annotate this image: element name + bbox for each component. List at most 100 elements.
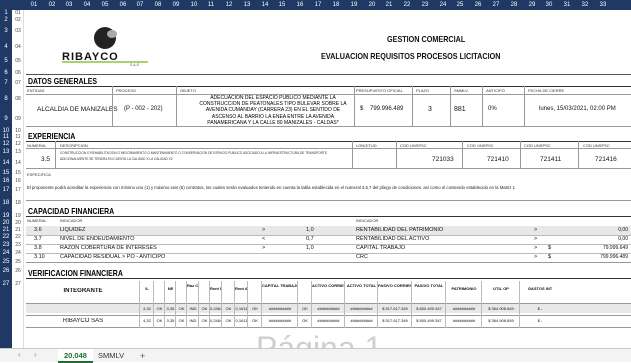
objeto-value[interactable]: ADECUACION DEL ESPACIO PUBLICO MEDIANTE … bbox=[196, 95, 350, 125]
column-header[interactable]: 32 bbox=[577, 0, 593, 10]
cap-right-indicador-name[interactable]: CRC bbox=[356, 254, 368, 260]
column-header[interactable]: 29 bbox=[524, 0, 540, 10]
cod-unspsc-3[interactable]: 721411 bbox=[540, 156, 561, 163]
row-header[interactable]: 24 bbox=[0, 250, 12, 256]
column-header[interactable]: 17 bbox=[310, 0, 326, 10]
tab-smmlv[interactable]: SMMLV bbox=[92, 349, 130, 363]
fecha-cierre-value[interactable]: lunes, 15/03/2021, 02:00 PM bbox=[539, 106, 616, 112]
row-header[interactable]: 14 bbox=[0, 160, 12, 166]
column-header[interactable]: 16 bbox=[292, 0, 308, 10]
verif-row2-cell[interactable]: $ - bbox=[520, 318, 560, 323]
row-header[interactable]: 3 bbox=[0, 28, 12, 34]
cap-numeral[interactable]: 3.8 bbox=[34, 245, 42, 251]
verif-row1-cell[interactable]: ########## bbox=[345, 306, 378, 311]
column-header[interactable]: 25 bbox=[452, 0, 468, 10]
column-header[interactable]: 18 bbox=[328, 0, 344, 10]
row-header[interactable]: 2 bbox=[0, 17, 12, 23]
cap-operator[interactable]: > bbox=[262, 245, 265, 251]
row-header[interactable]: 1 bbox=[0, 10, 12, 16]
row-header[interactable]: 22 bbox=[0, 234, 12, 240]
cap-indicador-name[interactable]: LIQUIDEZ bbox=[60, 227, 85, 233]
experiencia-descripcion-value[interactable]: CONSTRUCCION O REHABILITACION O MEJORAMI… bbox=[60, 150, 350, 168]
verif-row1-cell[interactable]: 4,32 bbox=[140, 306, 154, 311]
experiencia-numeral-value[interactable]: 3.5 bbox=[41, 156, 50, 163]
cap-right-currency[interactable]: $ bbox=[548, 254, 551, 260]
row-header[interactable]: 23 bbox=[0, 242, 12, 248]
cap-right-operator[interactable]: > bbox=[534, 227, 537, 233]
cap-value[interactable]: 1,0 bbox=[306, 245, 314, 251]
cap-right-currency[interactable]: $ bbox=[548, 245, 551, 251]
column-header[interactable]: 15 bbox=[274, 0, 290, 10]
scroll-left-icon[interactable]: ‹ bbox=[18, 350, 21, 359]
cod-unspsc-1[interactable]: 721033 bbox=[432, 156, 454, 163]
cap-numeral[interactable]: 3.7 bbox=[34, 236, 42, 242]
row-header[interactable]: 6 bbox=[0, 70, 12, 76]
cap-numeral[interactable]: 3.10 bbox=[34, 254, 45, 260]
cap-indicador-name[interactable]: CAPACIDAD RESIDUAL > PO - ANTICIPO bbox=[60, 254, 165, 260]
column-header[interactable]: 26 bbox=[470, 0, 486, 10]
column-header[interactable]: 05 bbox=[97, 0, 113, 10]
row-header[interactable]: 26 bbox=[0, 268, 12, 274]
column-header[interactable]: 22 bbox=[399, 0, 415, 10]
column-header[interactable]: 01 bbox=[26, 0, 42, 10]
row-header[interactable]: 7 bbox=[0, 80, 12, 86]
row-header[interactable]: 4 bbox=[0, 44, 12, 50]
smmlv-value[interactable]: 881 bbox=[454, 106, 466, 113]
column-header[interactable]: 02 bbox=[44, 0, 60, 10]
column-header[interactable]: 08 bbox=[150, 0, 166, 10]
verif-row2-cell[interactable]: $ 800.499.347 bbox=[412, 318, 446, 323]
verif-row1-cell[interactable]: $ 800.499.347 bbox=[412, 306, 446, 311]
cap-right-operator[interactable]: > bbox=[534, 245, 537, 251]
row-header[interactable]: 16 bbox=[0, 178, 12, 184]
verif-row2-cell[interactable]: OK bbox=[298, 318, 312, 323]
row-header[interactable]: 25 bbox=[0, 259, 12, 265]
column-header[interactable]: 13 bbox=[239, 0, 255, 10]
column-header[interactable]: 24 bbox=[435, 0, 451, 10]
column-header[interactable]: 10 bbox=[186, 0, 202, 10]
cap-right-value[interactable]: 0,00 bbox=[582, 227, 628, 233]
verif-row1-cell[interactable]: OK bbox=[248, 306, 262, 311]
row-header[interactable]: 15 bbox=[0, 170, 12, 176]
cap-operator[interactable]: < bbox=[262, 236, 265, 242]
row-header[interactable]: 13 bbox=[0, 149, 12, 155]
anticipo-value[interactable]: 0% bbox=[488, 106, 497, 112]
row-header[interactable]: 27 bbox=[0, 281, 12, 287]
tab-20048[interactable]: 20.048 bbox=[58, 349, 93, 363]
cap-value[interactable]: 1,0 bbox=[306, 227, 314, 233]
row-header[interactable]: 18 bbox=[0, 200, 12, 206]
verif-row2-cell[interactable]: ########## bbox=[312, 318, 345, 323]
verif-row1-cell[interactable]: $ - bbox=[520, 306, 560, 311]
column-header[interactable]: 11 bbox=[203, 0, 219, 10]
verif-row1-cell[interactable]: $ 517.617.349 bbox=[378, 306, 412, 311]
column-header[interactable]: 12 bbox=[221, 0, 237, 10]
cap-value[interactable]: 0,7 bbox=[306, 236, 314, 242]
column-header[interactable]: 21 bbox=[381, 0, 397, 10]
row-header[interactable]: 21 bbox=[0, 227, 12, 233]
cod-unspsc-2[interactable]: 721410 bbox=[487, 156, 509, 163]
experiencia-note[interactable]: El proponente podrá acreditar la experie… bbox=[27, 185, 515, 190]
column-header[interactable]: 30 bbox=[541, 0, 557, 10]
verif-row2-cell[interactable]: 4,32 bbox=[140, 318, 154, 323]
column-header[interactable]: 20 bbox=[364, 0, 380, 10]
row-header[interactable]: 12 bbox=[0, 141, 12, 147]
column-header[interactable]: 33 bbox=[595, 0, 611, 10]
verif-row1-cell[interactable]: ########## bbox=[312, 306, 345, 311]
cap-operator[interactable]: > bbox=[262, 227, 265, 233]
column-header[interactable]: 07 bbox=[132, 0, 148, 10]
row-header[interactable]: 19 bbox=[0, 213, 12, 219]
row-header[interactable]: 9 bbox=[0, 116, 12, 122]
cap-right-indicador-name[interactable]: RENTABILIDAD DEL PATRIMONIO bbox=[356, 227, 443, 233]
plazo-value[interactable]: 3 bbox=[428, 106, 432, 113]
proceso-value[interactable]: (P - 002 - 202) bbox=[124, 106, 163, 112]
verif-row1-cell[interactable]: ########## bbox=[446, 306, 482, 311]
column-header[interactable]: 03 bbox=[61, 0, 77, 10]
verif-row2-cell[interactable]: ########## bbox=[446, 318, 482, 323]
verif-row2-cell[interactable]: OK bbox=[248, 318, 262, 323]
cap-right-value[interactable]: 0,00 bbox=[582, 236, 628, 242]
cap-right-value[interactable]: 799.996.489 bbox=[582, 254, 628, 260]
column-header[interactable]: 27 bbox=[488, 0, 504, 10]
column-header[interactable]: 04 bbox=[79, 0, 95, 10]
cap-right-operator[interactable]: > bbox=[534, 254, 537, 260]
add-sheet-button[interactable]: + bbox=[134, 349, 151, 363]
cap-right-operator[interactable]: > bbox=[534, 236, 537, 242]
